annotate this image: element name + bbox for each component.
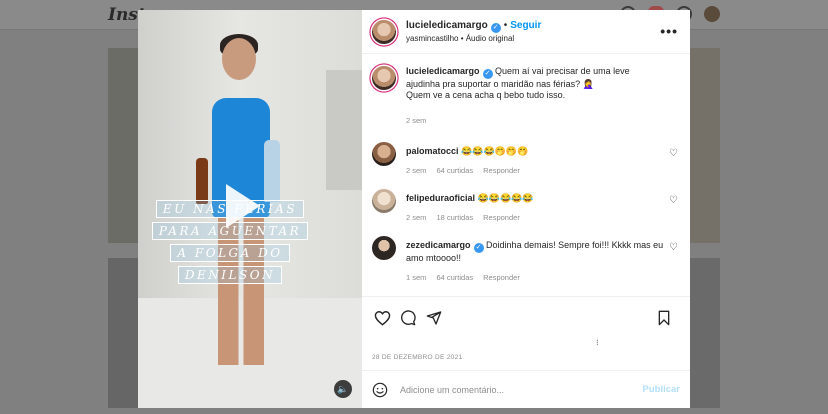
author-avatar[interactable] — [372, 66, 396, 90]
comment-item: felipeduraoficial 😂😂😂😂😂 2 sem 18 curtidas… — [372, 189, 680, 223]
author-username[interactable]: lucieledicamargo — [406, 20, 488, 31]
mouse-cursor: ⁝ — [596, 338, 599, 347]
comment-meta: 2 sem 18 curtidas Responder — [406, 212, 666, 223]
play-icon[interactable] — [226, 184, 260, 228]
background-tile — [690, 258, 720, 408]
bookmark-icon[interactable] — [654, 308, 674, 328]
verified-icon: ✓ — [490, 23, 501, 33]
caption-time: 2 sem — [406, 116, 427, 125]
bottle — [264, 140, 280, 202]
background-tile — [690, 48, 720, 243]
more-icon[interactable]: ••• — [660, 23, 678, 39]
comment-likes[interactable]: 64 curtidas — [436, 272, 473, 283]
post-modal: EU NAS FÉRIAS PARA AGUENTAR A FOLGA DO D… — [138, 10, 690, 408]
comment-text: 😂😂😂😂😂 — [477, 193, 534, 203]
comment-meta: 2 sem 64 curtidas Responder — [406, 165, 666, 176]
comment-meta: 1 sem 64 curtidas Responder — [406, 272, 666, 283]
commenter-avatar[interactable] — [372, 189, 396, 213]
comment-heart-icon[interactable]: ♡ — [669, 148, 678, 159]
background-tile — [108, 258, 138, 408]
comment-input[interactable] — [400, 384, 643, 395]
audio-label[interactable]: yasmincastilho • Áudio original — [406, 33, 541, 45]
comment-likes[interactable]: 18 curtidas — [436, 212, 473, 223]
comment-time: 2 sem — [406, 213, 427, 222]
caption-meta: 2 sem — [406, 115, 666, 126]
author-info: lucieledicamargo ✓ • Seguir yasmincastilho … — [406, 18, 541, 45]
caption-text-line2: Quem ve a cena acha q bebo tudo isso. — [406, 90, 566, 100]
post-side-panel: lucieledicamargo ✓ • Seguir yasmincastilho … — [362, 10, 690, 408]
comment-time: 1 sem — [406, 273, 427, 282]
emoji-icon[interactable] — [372, 382, 388, 398]
follow-button[interactable]: Seguir — [510, 20, 541, 31]
comment-username[interactable]: zezedicamargo — [406, 240, 471, 250]
comment-item: palomatocci 😂😂😂🤭🤭🤭 2 sem 64 curtidas Respo… — [372, 142, 680, 176]
comment-time: 2 sem — [406, 166, 427, 175]
commenter-avatar[interactable] — [372, 142, 396, 166]
comment-item: zezedicamargo ✓ Doidinha demais! Sempre f… — [372, 236, 680, 283]
separator-dot: • — [503, 20, 508, 31]
comment-username[interactable]: felipeduraoficial — [406, 193, 475, 203]
caption-username[interactable]: lucieledicamargo — [406, 66, 480, 76]
comment-body: felipeduraoficial 😂😂😂😂😂 2 sem 18 curtidas… — [406, 189, 680, 223]
add-comment-bar: Publicar — [362, 370, 690, 408]
post-actions — [362, 296, 690, 338]
overlay-line: A FOLGA DO — [170, 244, 290, 262]
reply-button[interactable]: Responder — [483, 165, 520, 176]
commenter-avatar[interactable] — [372, 236, 396, 260]
comment-body: zezedicamargo ✓ Doidinha demais! Sempre f… — [406, 236, 680, 283]
comment-heart-icon[interactable]: ♡ — [669, 242, 678, 253]
comment-text: 😂😂😂🤭🤭🤭 — [461, 146, 529, 156]
comment-likes[interactable]: 64 curtidas — [436, 165, 473, 176]
verified-icon: ✓ — [482, 69, 493, 79]
verified-icon: ✓ — [473, 243, 484, 253]
video-person-head — [222, 38, 256, 80]
reply-button[interactable]: Responder — [483, 272, 520, 283]
post-caption: lucieledicamargo ✓ Quem aí vai precisar d… — [372, 66, 680, 126]
comment-icon[interactable] — [398, 308, 418, 328]
author-avatar[interactable] — [372, 19, 396, 44]
post-date: 28 DE DEZEMBRO DE 2021 — [372, 354, 463, 361]
heart-icon[interactable] — [372, 308, 392, 328]
reply-button[interactable]: Responder — [483, 212, 520, 223]
caption-body: lucieledicamargo ✓ Quem aí vai precisar d… — [406, 66, 680, 126]
post-header: lucieledicamargo ✓ • Seguir yasmincastilho … — [362, 10, 690, 54]
share-icon[interactable] — [424, 308, 444, 328]
video-cabinet — [326, 70, 362, 190]
comment-username[interactable]: palomatocci — [406, 146, 459, 156]
overlay-line: DENILSON — [177, 266, 283, 284]
profile-avatar-icon — [704, 6, 720, 22]
sound-icon[interactable]: 🔈 — [334, 380, 352, 398]
background-tile — [108, 48, 138, 243]
comment-body: palomatocci 😂😂😂🤭🤭🤭 2 sem 64 curtidas Respo… — [406, 142, 680, 176]
comment-heart-icon[interactable]: ♡ — [669, 195, 678, 206]
publish-button[interactable]: Publicar — [643, 384, 681, 395]
post-video[interactable]: EU NAS FÉRIAS PARA AGUENTAR A FOLGA DO D… — [138, 10, 362, 408]
